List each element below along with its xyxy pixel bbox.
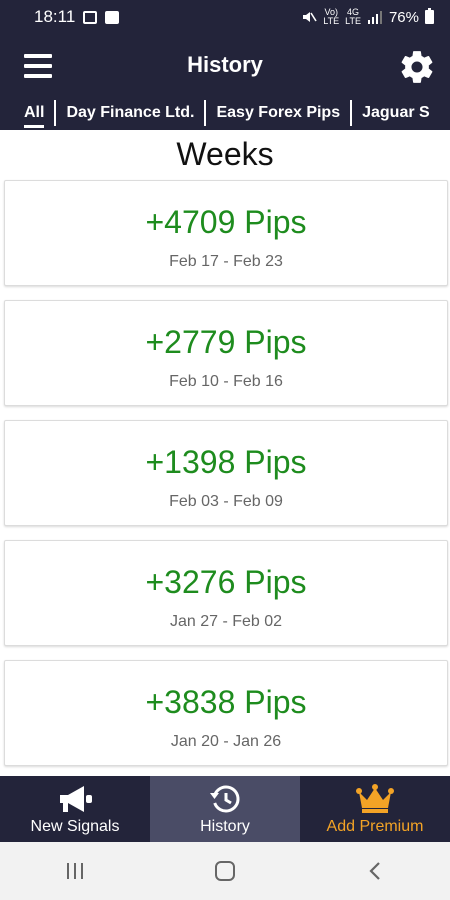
week-range: Feb 10 - Feb 16	[169, 373, 283, 390]
back-button[interactable]	[355, 851, 395, 891]
week-range: Jan 20 - Jan 26	[170, 733, 282, 750]
app-notification-icon	[105, 10, 120, 24]
gallery-notification-icon	[83, 10, 98, 24]
tab-easy-forex-pips[interactable]: Easy Forex Pips	[206, 102, 350, 124]
nav-add-premium[interactable]: Add Premium	[300, 776, 450, 842]
tab-jaguar[interactable]: Jaguar S	[352, 102, 440, 124]
network-type-indicator: 4G LTE	[345, 7, 361, 26]
crown-icon	[356, 784, 394, 813]
history-list[interactable]: Weeks +4709 Pips Feb 17 - Feb 23 +2779 P…	[0, 130, 450, 776]
week-card[interactable]: +3276 Pips Jan 27 - Feb 02	[4, 540, 448, 646]
nav-label: New Signals	[30, 818, 120, 835]
battery-percent: 76%	[388, 8, 419, 26]
mute-icon	[303, 12, 317, 22]
recent-apps-button[interactable]	[55, 851, 95, 891]
week-pips: +4709 Pips	[145, 204, 307, 240]
section-title: Weeks	[176, 136, 274, 172]
nav-history[interactable]: History	[150, 776, 300, 842]
tab-day-finance[interactable]: Day Finance Ltd.	[56, 102, 204, 124]
volte-indicator: Vo) LTE	[323, 7, 340, 26]
status-bar: 18:11 Vo) LTE 4G LTE 76%	[0, 0, 450, 34]
history-icon	[210, 785, 240, 813]
recent-apps-icon	[67, 863, 83, 879]
app-header: History All Day Finance Ltd. Easy Forex …	[0, 34, 450, 130]
nav-new-signals[interactable]: New Signals	[0, 776, 150, 842]
home-icon	[215, 861, 235, 881]
home-button[interactable]	[205, 851, 245, 891]
week-card[interactable]: +3838 Pips Jan 20 - Jan 26	[4, 660, 448, 766]
nav-label: Add Premium	[326, 818, 424, 835]
week-card[interactable]: +2779 Pips Feb 10 - Feb 16	[4, 300, 448, 406]
back-chevron-icon	[369, 862, 380, 880]
gear-icon[interactable]	[398, 48, 436, 86]
status-time: 18:11	[34, 7, 76, 26]
week-card[interactable]: +4709 Pips Feb 17 - Feb 23	[4, 180, 448, 286]
signal-strength-icon	[367, 11, 382, 24]
provider-tabs: All Day Finance Ltd. Easy Forex Pips Jag…	[0, 98, 450, 128]
week-card[interactable]: +1398 Pips Feb 03 - Feb 09	[4, 420, 448, 526]
week-pips: +2779 Pips	[145, 324, 307, 360]
week-range: Feb 03 - Feb 09	[169, 493, 283, 510]
week-pips: +3838 Pips	[145, 684, 307, 720]
tab-all[interactable]: All	[0, 102, 54, 128]
battery-icon	[425, 8, 434, 24]
week-pips: +3276 Pips	[145, 564, 307, 600]
megaphone-icon	[60, 786, 92, 812]
page-title: History	[187, 52, 263, 77]
system-navigation-bar	[0, 842, 450, 900]
bottom-navigation: New Signals History Add Premium	[0, 776, 450, 842]
nav-label: History	[200, 818, 250, 835]
week-pips: +1398 Pips	[145, 444, 307, 480]
week-range: Feb 17 - Feb 23	[169, 253, 283, 270]
week-range: Jan 27 - Feb 02	[169, 613, 283, 630]
